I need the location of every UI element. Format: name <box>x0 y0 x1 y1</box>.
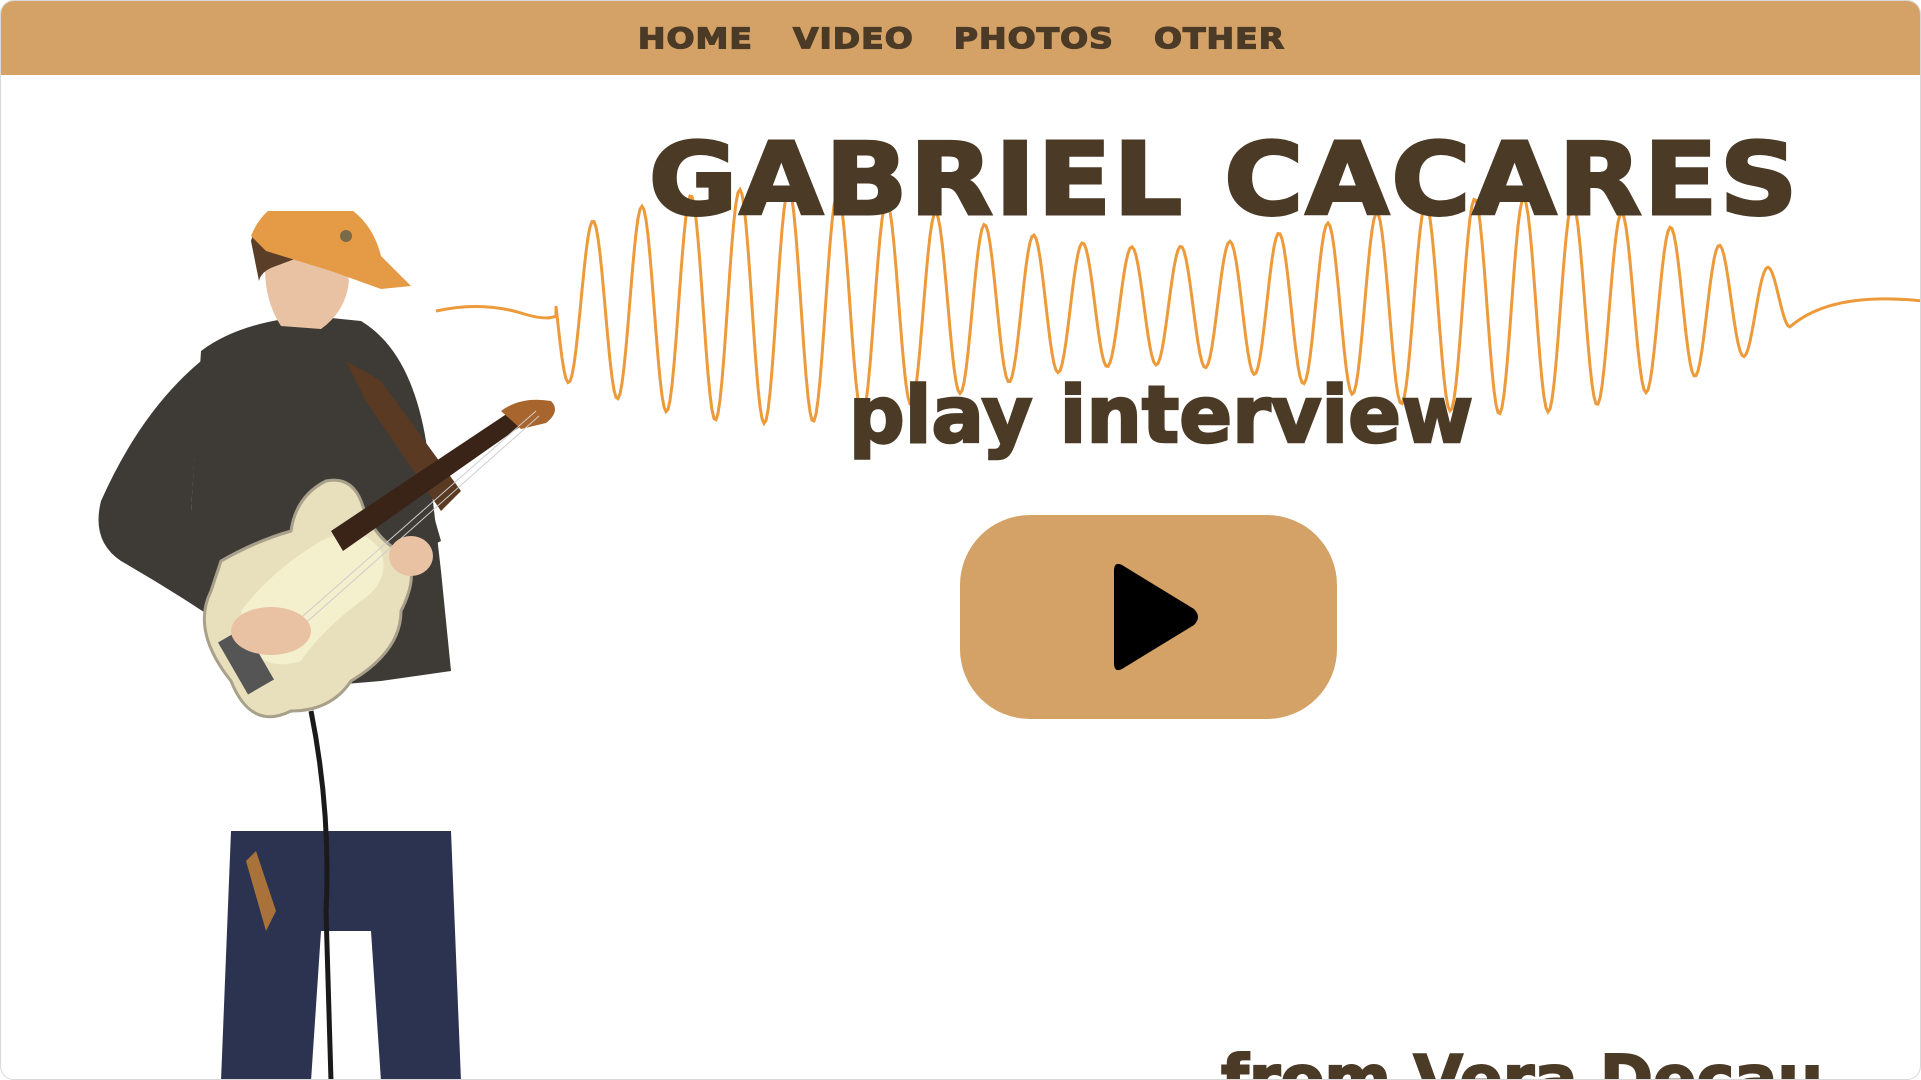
play-interview-heading[interactable]: play interview <box>771 370 1551 463</box>
artist-name-title: GABRIEL CACARES <box>647 120 1800 240</box>
top-nav-bar: HOME VIDEO PHOTOS OTHER <box>1 1 1920 75</box>
guitarist-photo <box>98 211 555 1079</box>
nav-video-link[interactable]: VIDEO <box>792 21 914 55</box>
nav-other-link[interactable]: OTHER <box>1153 21 1285 55</box>
page: HOME VIDEO PHOTOS OTHER GABRIEL CACARES … <box>0 0 1921 1080</box>
play-interview-button[interactable] <box>960 515 1337 719</box>
nav-home-link[interactable]: HOME <box>637 21 753 55</box>
nav-photos-link[interactable]: PHOTOS <box>953 21 1114 55</box>
play-icon <box>1114 563 1198 671</box>
credit-text: from Vera Decau <box>1220 1042 1824 1080</box>
